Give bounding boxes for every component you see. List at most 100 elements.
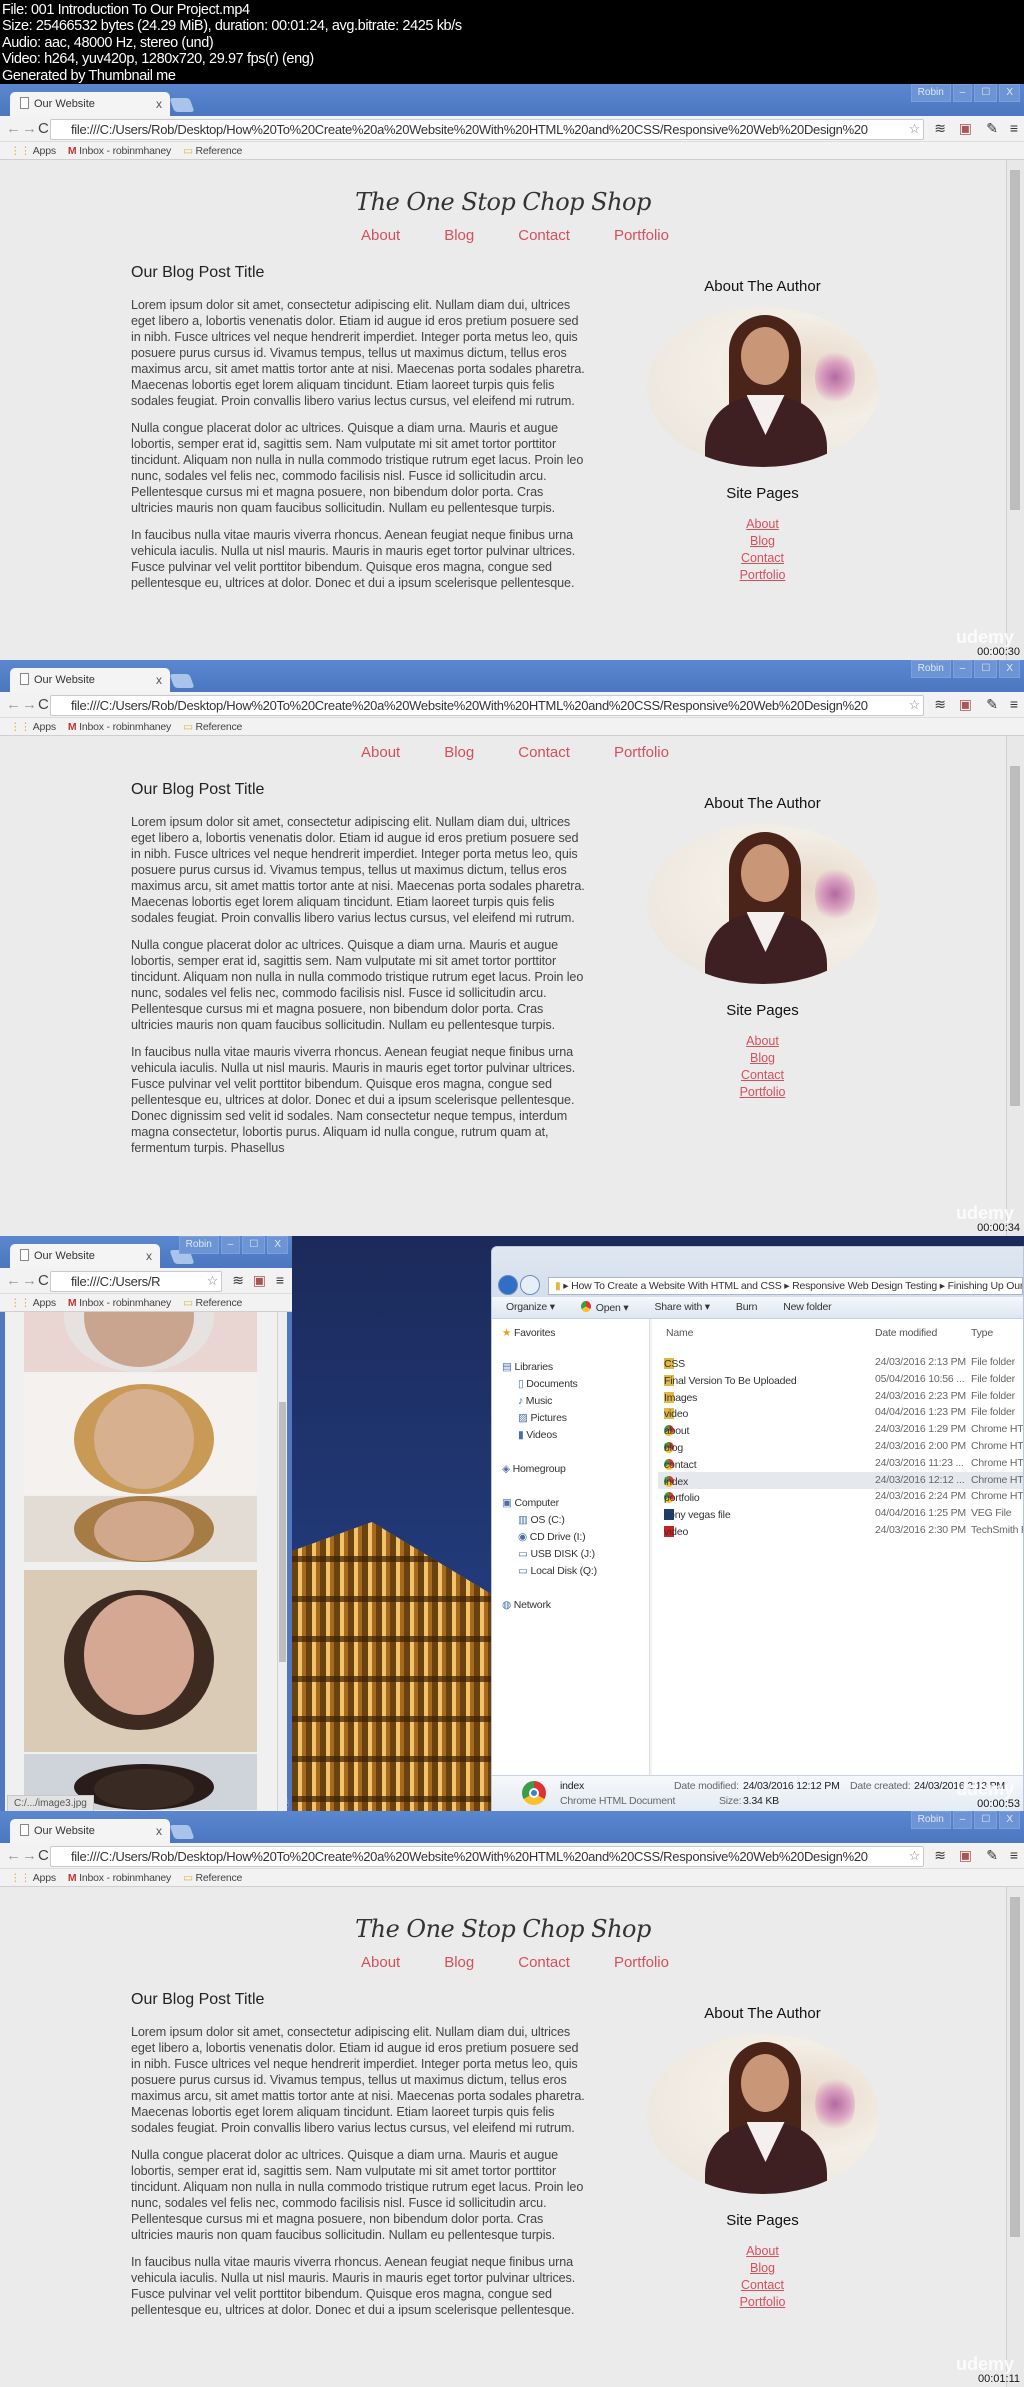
column-header-type[interactable]: Type — [971, 1327, 993, 1339]
nav-link[interactable]: Blog — [444, 744, 474, 761]
star-icon[interactable]: ☆ — [908, 1848, 920, 1864]
file-row[interactable]: Final Version To Be Uploaded 05/04/2016 … — [658, 1371, 1023, 1388]
site-page-link[interactable]: Portfolio — [740, 1085, 786, 1099]
file-row[interactable]: sony vegas file 04/04/2016 1:25 PM VEG F… — [658, 1505, 1023, 1522]
maximize-button[interactable]: ☐ — [974, 660, 998, 678]
eyedropper-icon[interactable]: ✎ — [986, 120, 998, 137]
address-bar[interactable]: file:///C:/Users/Rob/Desktop/How%20To%20… — [50, 1846, 924, 1867]
nav-pane-item[interactable]: ▭ USB DISK (J:) — [518, 1548, 595, 1560]
scrollbar-thumb[interactable] — [1010, 766, 1020, 1106]
eyedropper-icon[interactable]: ✎ — [986, 1847, 998, 1864]
back-icon[interactable]: ← — [6, 1847, 21, 1864]
nav-pane-item[interactable]: ▮ Videos — [518, 1429, 557, 1441]
breadcrumb-item[interactable]: Responsive Web Design Testing — [792, 1280, 937, 1292]
buffer-icon[interactable]: ≋ — [934, 1847, 946, 1864]
address-bar[interactable]: file:///C:/Users/R ☆ — [50, 1271, 222, 1292]
file-row[interactable]: video 24/03/2016 2:30 PM TechSmith R — [658, 1522, 1023, 1539]
star-icon[interactable]: ☆ — [908, 121, 920, 137]
site-page-link[interactable]: About — [746, 517, 779, 531]
nav-link[interactable]: Portfolio — [614, 744, 669, 761]
bookmark-inbox[interactable]: M Inbox - robinmhaney — [68, 1297, 171, 1311]
nav-link[interactable]: About — [361, 1954, 400, 1971]
scrollbar-thumb[interactable] — [279, 1402, 286, 1662]
site-page-link[interactable]: Contact — [741, 2278, 784, 2292]
nav-link[interactable]: Blog — [444, 227, 474, 244]
nav-pane-item[interactable]: ▥ OS (C:) — [518, 1514, 565, 1526]
bookmark-reference[interactable]: ▭ Reference — [183, 1297, 242, 1311]
site-page-link[interactable]: Portfolio — [740, 2295, 786, 2309]
new-tab-button[interactable] — [169, 1825, 195, 1839]
menu-icon[interactable]: ≡ — [276, 1272, 284, 1288]
forward-icon[interactable]: → — [22, 1847, 37, 1864]
reload-icon[interactable]: C — [38, 696, 49, 713]
minimize-button[interactable]: – — [952, 84, 973, 102]
forward-icon[interactable]: → — [22, 696, 37, 713]
reload-icon[interactable]: C — [38, 1272, 49, 1289]
close-window-button[interactable]: X — [999, 660, 1020, 678]
site-page-link[interactable]: Blog — [750, 2261, 775, 2275]
explorer-toolbar-button[interactable]: Share with ▾ — [654, 1301, 710, 1318]
close-tab-icon[interactable]: x — [156, 673, 162, 687]
bookmark-reference[interactable]: ▭ Reference — [183, 721, 242, 735]
bookmark-inbox[interactable]: M Inbox - robinmhaney — [68, 145, 171, 159]
column-header-name[interactable]: Name — [666, 1327, 693, 1339]
close-window-button[interactable]: X — [999, 84, 1020, 102]
site-page-link[interactable]: Portfolio — [740, 568, 786, 582]
back-icon[interactable]: ← — [6, 696, 21, 713]
bookmark-reference[interactable]: ▭ Reference — [183, 145, 242, 159]
browser-tab[interactable]: Our Website x — [10, 668, 170, 692]
breadcrumb-item[interactable]: Finishing Up Our — [948, 1280, 1022, 1292]
bookmark-inbox[interactable]: M Inbox - robinmhaney — [68, 721, 171, 735]
close-window-button[interactable]: X — [267, 1236, 288, 1254]
nav-link[interactable]: Contact — [518, 1954, 570, 1971]
file-row[interactable]: Images 24/03/2016 2:23 PM File folder — [658, 1388, 1023, 1405]
explorer-toolbar-button[interactable]: Burn — [736, 1301, 758, 1318]
user-badge[interactable]: Robin — [910, 1811, 951, 1829]
nav-link[interactable]: Portfolio — [614, 1954, 669, 1971]
minimize-button[interactable]: – — [952, 660, 973, 678]
site-page-link[interactable]: Contact — [741, 1068, 784, 1082]
browser-tab[interactable]: Our Website x — [10, 1819, 170, 1843]
reload-icon[interactable]: C — [38, 1847, 49, 1864]
file-row[interactable]: contact 24/03/2016 11:23 ... Chrome HTM — [658, 1455, 1023, 1472]
maximize-button[interactable]: ☐ — [974, 1811, 998, 1829]
nav-pane-item[interactable]: ▨ Pictures — [518, 1412, 567, 1424]
star-icon[interactable]: ☆ — [908, 697, 920, 713]
nav-pane-item[interactable]: ★ Favorites — [502, 1327, 556, 1339]
nav-pane-item[interactable]: ◍ Network — [502, 1599, 551, 1611]
close-window-button[interactable]: X — [999, 1811, 1020, 1829]
file-row[interactable]: CSS 24/03/2016 2:13 PM File folder — [658, 1354, 1023, 1371]
address-bar[interactable]: file:///C:/Users/Rob/Desktop/How%20To%20… — [50, 119, 924, 140]
maximize-button[interactable]: ☐ — [242, 1236, 266, 1254]
gallery-image[interactable] — [24, 1570, 257, 1752]
bookmark-apps[interactable]: ⋮⋮ Apps — [10, 1297, 56, 1311]
bookmark-apps[interactable]: ⋮⋮ Apps — [10, 145, 56, 159]
bookmark-apps[interactable]: ⋮⋮ Apps — [10, 721, 56, 735]
scrollbar-thumb[interactable] — [1010, 170, 1020, 510]
user-badge[interactable]: Robin — [910, 660, 951, 678]
buffer-icon[interactable]: ≋ — [934, 696, 946, 713]
nav-pane-item[interactable]: ◉ CD Drive (I:) — [518, 1531, 586, 1543]
menu-icon[interactable]: ≡ — [1010, 1847, 1018, 1863]
breadcrumb-item[interactable]: How To Create a Website With HTML and CS… — [571, 1280, 782, 1292]
menu-icon[interactable]: ≡ — [1010, 120, 1018, 136]
minimize-button[interactable]: – — [220, 1236, 241, 1254]
eyedropper-icon[interactable]: ✎ — [986, 696, 998, 713]
file-row[interactable]: video 04/04/2016 1:23 PM File folder — [658, 1404, 1023, 1421]
explorer-address-bar[interactable]: ▮ ▸ How To Create a Website With HTML an… — [548, 1277, 1023, 1295]
nav-link[interactable]: About — [361, 227, 400, 244]
nav-pane-item[interactable]: ▭ Local Disk (Q:) — [518, 1565, 597, 1577]
back-icon[interactable] — [498, 1275, 518, 1295]
scrollbar[interactable] — [1006, 736, 1024, 1236]
nav-pane-item[interactable]: ♪ Music — [518, 1395, 552, 1407]
new-tab-button[interactable] — [169, 674, 195, 688]
explorer-toolbar-button[interactable]: Open ▾ — [580, 1301, 629, 1318]
nav-link[interactable]: Portfolio — [614, 227, 669, 244]
close-tab-icon[interactable]: x — [156, 1824, 162, 1838]
instagram-icon[interactable]: ▣ — [253, 1272, 266, 1289]
file-row[interactable]: blog 24/03/2016 2:00 PM Chrome HTM — [658, 1438, 1023, 1455]
minimize-button[interactable]: – — [952, 1811, 973, 1829]
nav-link[interactable]: About — [361, 744, 400, 761]
scrollbar[interactable] — [277, 1312, 287, 1812]
scrollbar-thumb[interactable] — [1010, 1897, 1020, 2237]
